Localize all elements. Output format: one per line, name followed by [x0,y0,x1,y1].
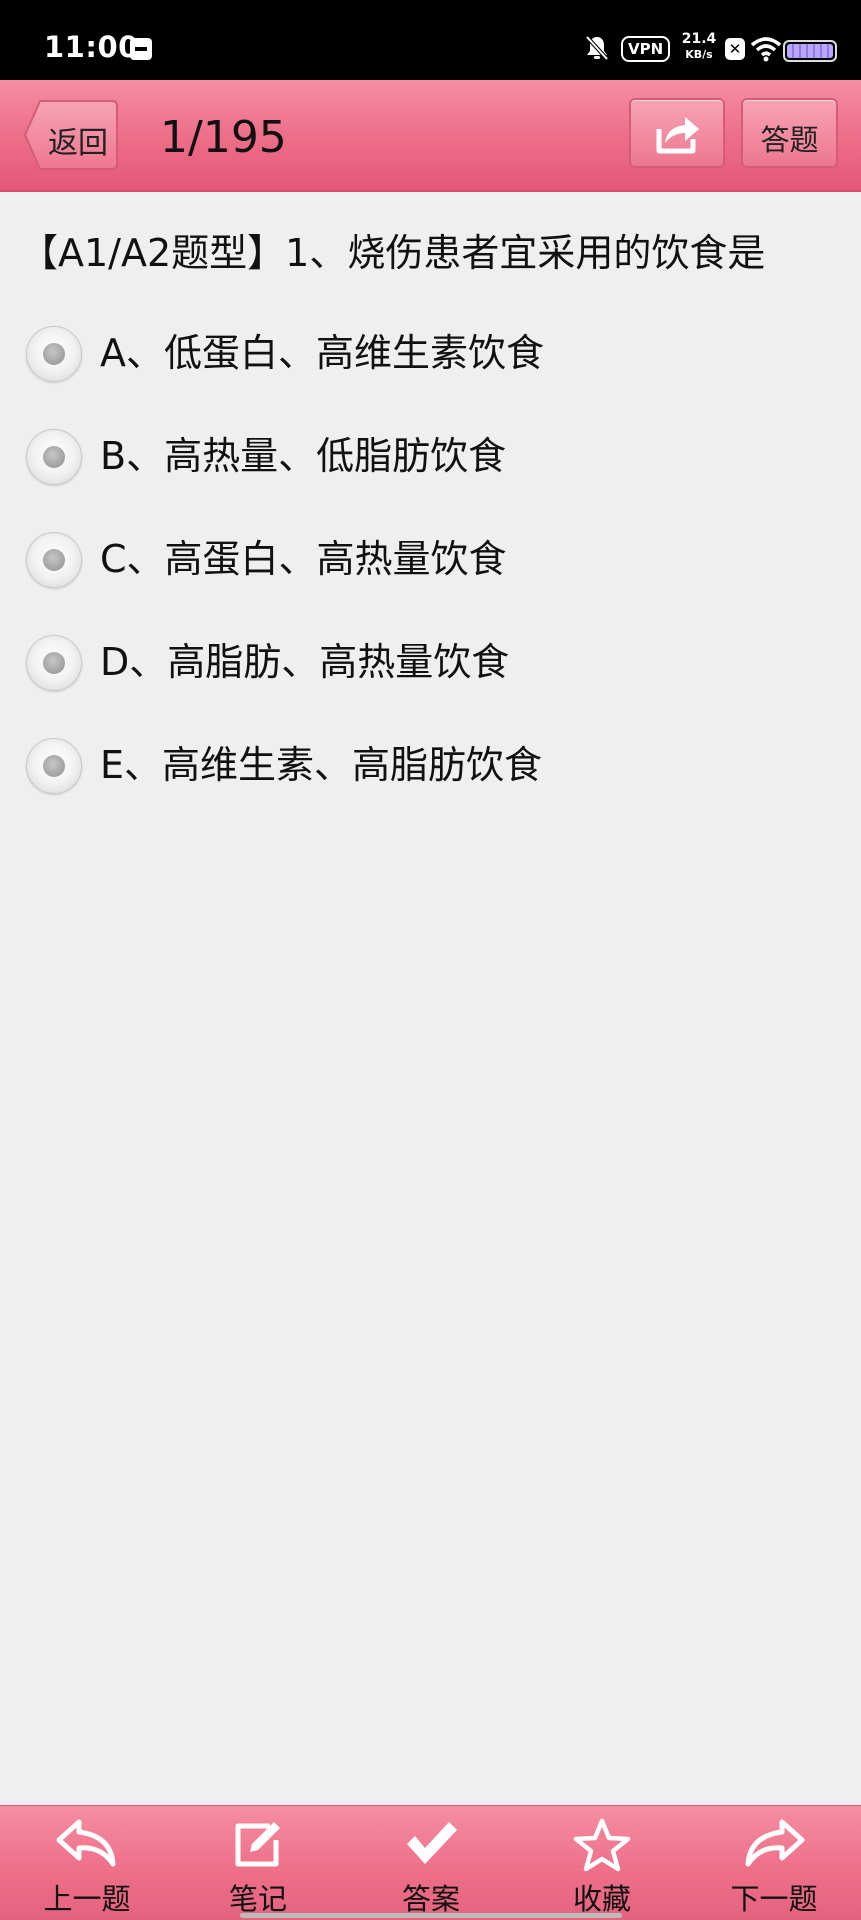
question-stem: 【A1/A2题型】1、烧伤患者宜采用的饮食是 [20,231,766,275]
radio-button[interactable] [26,532,82,588]
home-indicator[interactable] [240,1913,622,1918]
radio-button[interactable] [26,635,82,691]
next-arrow-icon [745,1819,805,1867]
option-c[interactable]: C、高蛋白、高热量饮食 [26,528,836,608]
speed-value: 21.4 [681,31,717,47]
checkmark-icon [407,1822,457,1864]
x-icon: ✕ [725,38,745,60]
battery-icon [783,40,837,62]
radio-button[interactable] [26,429,82,485]
answer-button[interactable]: 答题 [741,98,838,168]
option-d[interactable]: D、高脂肪、高热量饮食 [26,631,836,711]
tool-label: 上一题 [43,1882,131,1916]
status-bar: 11:00 VPN 21.4 KB/s ✕ [0,0,861,80]
radio-button[interactable] [26,326,82,382]
wifi-icon [751,37,781,62]
speed-unit: KB/s [685,48,713,61]
battery-fill [787,44,833,58]
question-counter: 1/195 [160,112,287,163]
favorite-button[interactable]: 收藏 [532,1806,672,1920]
status-time: 11:00 [44,30,139,64]
bottom-toolbar: 上一题 笔记 答案 收藏 下一题 [0,1805,861,1920]
share-button[interactable] [629,98,725,168]
option-label: C、高蛋白、高热量饮食 [100,537,507,581]
back-label: 返回 [48,126,108,161]
option-a[interactable]: A、低蛋白、高维生素饮食 [26,322,836,402]
next-question-button[interactable]: 下一题 [704,1806,844,1920]
previous-question-button[interactable]: 上一题 [17,1806,157,1920]
share-icon [656,117,699,154]
tool-label: 答案 [401,1882,460,1916]
mute-icon [585,35,609,61]
show-answer-button[interactable]: 答案 [361,1806,501,1920]
previous-arrow-icon [56,1819,116,1867]
radio-button[interactable] [26,738,82,794]
back-button[interactable]: 返回 [24,100,118,170]
option-label: A、低蛋白、高维生素饮食 [100,331,544,375]
tool-label: 笔记 [228,1882,287,1916]
notes-button[interactable]: 笔记 [188,1806,328,1920]
star-icon [573,1818,631,1872]
option-label: D、高脂肪、高热量饮食 [100,640,510,684]
sim-card-icon [130,38,152,60]
option-b[interactable]: B、高热量、低脂肪饮食 [26,425,836,505]
answer-button-label: 答题 [760,123,819,157]
note-edit-icon [235,1822,280,1867]
option-label: B、高热量、低脂肪饮食 [100,434,507,478]
vpn-icon: VPN [621,36,671,62]
header-bar: 返回 1/195 答题 [0,80,861,192]
tool-label: 下一题 [730,1882,818,1916]
option-e[interactable]: E、高维生素、高脂肪饮食 [26,734,836,814]
network-speed: 21.4 KB/s [679,32,719,62]
tool-label: 收藏 [572,1882,631,1916]
option-label: E、高维生素、高脂肪饮食 [100,743,543,787]
